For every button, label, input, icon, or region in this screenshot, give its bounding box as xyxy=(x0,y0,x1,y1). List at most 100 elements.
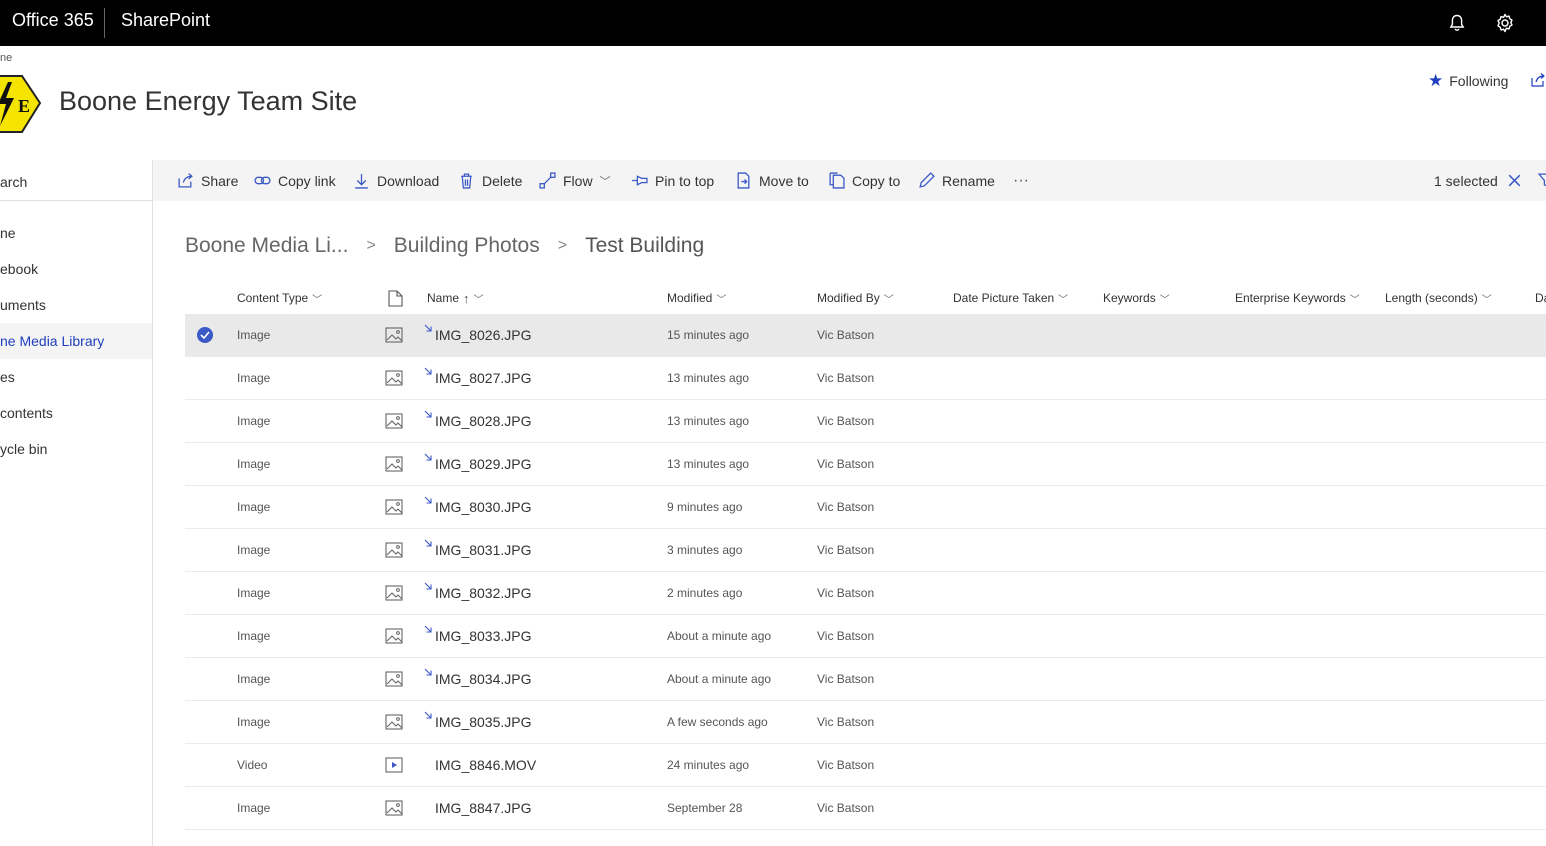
table-row[interactable]: Image IMG_8030.JPG 9 minutes ago Vic Batson xyxy=(185,486,1546,529)
table-row[interactable]: Image IMG_8034.JPG About a minute ago Vic B… xyxy=(185,658,1546,701)
pin-icon xyxy=(632,175,648,186)
cell-content-type: Image xyxy=(237,328,271,342)
gear-icon[interactable] xyxy=(1491,9,1519,37)
column-header-date-picture-taken[interactable]: Date Picture Taken ﹀ xyxy=(953,288,1068,308)
delete-button[interactable]: Delete xyxy=(458,160,522,201)
cell-name[interactable]: IMG_8033.JPG xyxy=(435,615,532,657)
clear-selection-button[interactable] xyxy=(1506,160,1523,201)
column-header-file-type[interactable] xyxy=(388,288,403,308)
image-file-icon xyxy=(385,585,403,606)
row-select-checkbox[interactable] xyxy=(197,542,213,558)
column-header-length-seconds[interactable]: Length (seconds) ﹀ xyxy=(1385,288,1492,308)
table-row[interactable]: Image IMG_8029.JPG 13 minutes ago Vic Batso… xyxy=(185,443,1546,486)
cell-modified-by[interactable]: Vic Batson xyxy=(817,572,874,614)
move-to-button[interactable]: Move to xyxy=(735,160,809,201)
cell-name[interactable]: IMG_8031.JPG xyxy=(435,529,532,571)
new-item-icon xyxy=(423,492,433,510)
table-row[interactable]: Image IMG_8847.JPG September 28 Vic Batson xyxy=(185,787,1546,830)
row-select-checkbox[interactable] xyxy=(197,628,213,644)
share-site-icon[interactable] xyxy=(1530,72,1546,93)
nav-item-notebook[interactable]: ebook xyxy=(0,251,152,287)
search-box[interactable]: arch xyxy=(0,160,152,201)
column-header-modified[interactable]: Modified ﹀ xyxy=(667,288,726,308)
cell-name[interactable]: IMG_8846.MOV xyxy=(435,744,536,786)
cell-modified-by[interactable]: Vic Batson xyxy=(817,443,874,485)
cell-name[interactable]: IMG_8032.JPG xyxy=(435,572,532,614)
column-header-keywords[interactable]: Keywords ﹀ xyxy=(1103,288,1170,308)
table-row[interactable]: Image IMG_8028.JPG 13 minutes ago Vic Batso… xyxy=(185,400,1546,443)
cell-modified-by[interactable]: Vic Batson xyxy=(817,357,874,399)
cell-modified-by[interactable]: Vic Batson xyxy=(817,701,874,743)
row-select-checkbox[interactable] xyxy=(197,714,213,730)
cell-modified-by[interactable]: Vic Batson xyxy=(817,615,874,657)
star-icon: ★ xyxy=(1428,71,1444,90)
flow-button[interactable]: Flow ﹀ xyxy=(539,160,611,201)
cell-modified-by[interactable]: Vic Batson xyxy=(817,400,874,442)
site-logo[interactable]: E xyxy=(0,70,44,136)
cell-modified-by[interactable]: Vic Batson xyxy=(817,314,874,356)
breadcrumb-current: Test Building xyxy=(585,234,705,257)
row-select-checkbox[interactable] xyxy=(197,757,213,773)
filter-pane-button[interactable] xyxy=(1538,160,1546,201)
site-title[interactable]: Boone Energy Team Site xyxy=(59,86,357,117)
nav-item-media-library[interactable]: ne Media Library xyxy=(0,323,152,359)
nav-item-pages[interactable]: es xyxy=(0,359,152,395)
table-row[interactable]: Video IMG_8846.MOV 24 minutes ago Vic Batso… xyxy=(185,744,1546,787)
download-button[interactable]: Download xyxy=(353,160,439,201)
more-button[interactable]: ··· xyxy=(1013,160,1029,201)
column-header-name[interactable]: Name ↑ ﹀ xyxy=(427,288,484,308)
row-select-checkbox[interactable] xyxy=(197,499,213,515)
cell-name[interactable]: IMG_8026.JPG xyxy=(435,314,532,356)
nav-item-recycle-bin[interactable]: ycle bin xyxy=(0,431,152,467)
cell-modified-by[interactable]: Vic Batson xyxy=(817,787,874,829)
table-row[interactable]: Image IMG_8027.JPG 13 minutes ago Vic Batso… xyxy=(185,357,1546,400)
table-row[interactable]: Image IMG_8032.JPG 2 minutes ago Vic Batson xyxy=(185,572,1546,615)
new-item-icon xyxy=(423,535,433,553)
table-row[interactable]: Image IMG_8031.JPG 3 minutes ago Vic Batson xyxy=(185,529,1546,572)
copy-to-button[interactable]: Copy to xyxy=(828,160,900,201)
cell-modified-by[interactable]: Vic Batson xyxy=(817,658,874,700)
bell-icon[interactable] xyxy=(1443,9,1471,37)
top-nav-cut-label[interactable]: ne xyxy=(0,52,12,64)
cell-modified-by[interactable]: Vic Batson xyxy=(817,486,874,528)
table-row[interactable]: Image IMG_8035.JPG A few seconds ago Vic Ba… xyxy=(185,701,1546,744)
row-select-checkbox[interactable] xyxy=(197,413,213,429)
copy-link-button[interactable]: Copy link xyxy=(254,160,336,201)
nav-item-documents[interactable]: uments xyxy=(0,287,152,323)
cell-name[interactable]: IMG_8027.JPG xyxy=(435,357,532,399)
cell-name[interactable]: IMG_8035.JPG xyxy=(435,701,532,743)
pin-to-top-button[interactable]: Pin to top xyxy=(631,160,714,201)
cell-name[interactable]: IMG_8034.JPG xyxy=(435,658,532,700)
nav-item-site-contents[interactable]: contents xyxy=(0,395,152,431)
share-button[interactable]: Share xyxy=(177,160,238,201)
nav-item-home[interactable]: ne xyxy=(0,215,152,251)
breadcrumb-item[interactable]: Building Photos xyxy=(394,234,540,258)
cell-name[interactable]: IMG_8028.JPG xyxy=(435,400,532,442)
row-select-checkbox[interactable] xyxy=(197,671,213,687)
cell-modified-by[interactable]: Vic Batson xyxy=(817,529,874,571)
checkmark-icon[interactable] xyxy=(197,327,213,343)
row-select-checkbox[interactable] xyxy=(197,800,213,816)
office365-link[interactable]: Office 365 xyxy=(12,10,94,31)
row-select-checkbox[interactable] xyxy=(197,456,213,472)
row-select-checkbox[interactable] xyxy=(197,370,213,386)
cell-modified: About a minute ago xyxy=(667,629,772,643)
chevron-right-icon: > xyxy=(366,237,376,254)
cell-modified-by[interactable]: Vic Batson xyxy=(817,744,874,786)
breadcrumb-item[interactable]: Boone Media Li... xyxy=(185,234,348,258)
table-row[interactable]: Image IMG_8033.JPG About a minute ago Vic B… xyxy=(185,615,1546,658)
cell-modified: About a minute ago xyxy=(667,672,772,686)
cell-name[interactable]: IMG_8847.JPG xyxy=(435,787,532,829)
sharepoint-link[interactable]: SharePoint xyxy=(121,10,210,31)
pencil-icon xyxy=(919,172,935,188)
column-header-cut[interactable]: Da xyxy=(1535,288,1546,308)
cell-name[interactable]: IMG_8029.JPG xyxy=(435,443,532,485)
column-header-modified-by[interactable]: Modified By ﹀ xyxy=(817,288,894,308)
column-header-enterprise-keywords[interactable]: Enterprise Keywords ﹀ xyxy=(1235,288,1360,308)
rename-button[interactable]: Rename xyxy=(918,160,995,201)
row-select-checkbox[interactable] xyxy=(197,585,213,601)
column-header-content-type[interactable]: Content Type ﹀ xyxy=(237,288,322,308)
cell-name[interactable]: IMG_8030.JPG xyxy=(435,486,532,528)
follow-button[interactable]: ★ Following xyxy=(1428,71,1508,91)
table-row[interactable]: Image IMG_8026.JPG 15 minutes ago Vic Batso… xyxy=(185,314,1546,357)
